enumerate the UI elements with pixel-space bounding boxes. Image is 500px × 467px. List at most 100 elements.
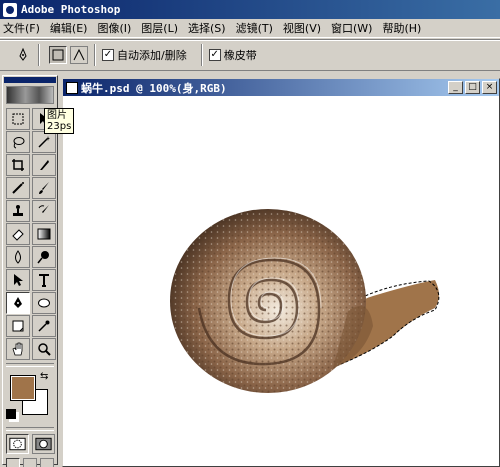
document-icon xyxy=(66,81,78,94)
clone-stamp-icon xyxy=(13,205,23,216)
tooltip-line-1: 图片 xyxy=(47,110,67,121)
app-title: Adobe Photoshop xyxy=(21,3,121,16)
standard-screen-button[interactable] xyxy=(6,458,20,467)
tooltip: 图片 23ps xyxy=(44,108,75,134)
screen-mode-row xyxy=(3,456,57,467)
pen-preset-icon xyxy=(19,47,27,61)
options-separator xyxy=(38,44,40,66)
app-titlebar: Adobe Photoshop xyxy=(0,0,500,19)
menu-select[interactable]: 选择(S) xyxy=(188,20,226,36)
menu-filter[interactable]: 滤镜(T) xyxy=(236,20,273,36)
standard-mode-button[interactable] xyxy=(6,434,29,454)
menu-help[interactable]: 帮助(H) xyxy=(382,20,421,36)
blur-icon xyxy=(15,250,21,264)
pen-preset-button[interactable] xyxy=(14,46,32,64)
menu-file[interactable]: 文件(F) xyxy=(3,20,40,36)
dodge-icon xyxy=(37,251,49,264)
zoom-icon xyxy=(38,343,51,356)
paintbrush-tool[interactable] xyxy=(32,177,56,199)
ellipse-tool[interactable] xyxy=(32,292,56,314)
rubber-band-checkbox[interactable]: ✓ xyxy=(208,49,221,61)
airbrush-icon xyxy=(12,182,24,194)
notes-icon xyxy=(12,320,24,332)
hand-icon xyxy=(12,342,23,356)
eyedropper-icon xyxy=(38,320,50,332)
hand-tool[interactable] xyxy=(6,338,30,360)
history-brush-tool[interactable] xyxy=(32,200,56,222)
document-titlebar[interactable]: 蜗牛.psd @ 100%(身,RGB) _ □ × xyxy=(63,79,499,96)
blur-tool[interactable] xyxy=(6,246,30,268)
eyedropper-tool[interactable] xyxy=(32,315,56,337)
ellipse-icon xyxy=(38,298,50,308)
options-separator xyxy=(200,44,203,66)
eraser-tool[interactable] xyxy=(6,223,30,245)
gradient-icon xyxy=(37,228,51,240)
slice-tool[interactable] xyxy=(32,154,56,176)
notes-tool[interactable] xyxy=(6,315,30,337)
quick-mask-icon xyxy=(35,437,52,451)
options-separator xyxy=(94,44,96,66)
quick-mask-button[interactable] xyxy=(32,434,55,454)
toolbox-header[interactable] xyxy=(4,77,56,83)
slice-icon xyxy=(40,160,49,170)
shape-layers-button[interactable] xyxy=(49,46,67,64)
rubber-band-label: 橡皮带 xyxy=(223,49,257,62)
pen-icon xyxy=(14,297,22,308)
crop-icon xyxy=(12,159,24,171)
menu-bar: 文件(F) 编辑(E) 图像(I) 图层(L) 选择(S) 滤镜(T) 视图(V… xyxy=(0,19,500,38)
magic-wand-icon xyxy=(38,136,50,148)
pen-tool[interactable] xyxy=(6,292,30,314)
snail-artwork xyxy=(170,209,440,393)
full-screen-button[interactable] xyxy=(40,458,54,467)
maximize-button[interactable]: □ xyxy=(465,81,480,94)
auto-add-delete-checkbox[interactable]: ✓ xyxy=(102,49,114,61)
zoom-tool[interactable] xyxy=(32,338,56,360)
paths-button[interactable] xyxy=(70,46,88,64)
clone-stamp-tool[interactable] xyxy=(6,200,30,222)
paths-icon xyxy=(73,48,85,61)
toolbox-separator xyxy=(6,363,54,367)
lasso-icon xyxy=(13,137,25,149)
full-screen-menu-button[interactable] xyxy=(23,458,37,467)
airbrush-tool[interactable] xyxy=(6,177,30,199)
foreground-color-swatch[interactable] xyxy=(10,375,36,401)
marquee-icon xyxy=(12,113,24,125)
history-brush-icon xyxy=(38,205,49,213)
toolbox-logo[interactable] xyxy=(6,86,54,104)
window-buttons: _ □ × xyxy=(448,81,497,94)
close-button[interactable]: × xyxy=(482,81,497,94)
paintbrush-icon xyxy=(39,182,49,194)
shape-layer-icon xyxy=(52,49,64,61)
path-select-tool[interactable] xyxy=(6,269,30,291)
path-select-icon xyxy=(14,274,23,286)
type-icon xyxy=(39,274,49,287)
standard-mode-icon xyxy=(9,437,26,451)
magic-wand-tool[interactable] xyxy=(32,131,56,153)
minimize-button[interactable]: _ xyxy=(448,81,463,94)
eraser-icon xyxy=(12,229,24,241)
menu-edit[interactable]: 编辑(E) xyxy=(50,20,88,36)
menu-view[interactable]: 视图(V) xyxy=(283,20,321,36)
lasso-tool[interactable] xyxy=(6,131,30,153)
mask-mode-row xyxy=(3,432,57,456)
marquee-tool[interactable] xyxy=(6,108,30,130)
document-window: 蜗牛.psd @ 100%(身,RGB) _ □ × xyxy=(62,78,500,467)
dodge-tool[interactable] xyxy=(32,246,56,268)
toolbox-separator xyxy=(6,427,54,431)
menu-window[interactable]: 窗口(W) xyxy=(331,20,372,36)
color-swatches: ⇆ xyxy=(6,371,54,423)
menu-layer[interactable]: 图层(L) xyxy=(141,20,178,36)
auto-add-delete-label: 自动添加/删除 xyxy=(117,49,187,62)
tooltip-line-2: 23ps xyxy=(47,121,72,132)
tool-grid xyxy=(3,106,57,362)
document-title: 蜗牛.psd @ 100%(身,RGB) xyxy=(81,81,227,95)
type-tool[interactable] xyxy=(32,269,56,291)
document-canvas[interactable] xyxy=(63,96,499,466)
swap-colors-icon[interactable]: ⇆ xyxy=(40,371,48,382)
crop-tool[interactable] xyxy=(6,154,30,176)
options-bar: ✓ 自动添加/删除 ✓ 橡皮带 xyxy=(0,39,500,71)
default-colors-icon[interactable] xyxy=(6,409,16,419)
gradient-tool[interactable] xyxy=(32,223,56,245)
menu-image[interactable]: 图像(I) xyxy=(97,20,131,36)
photoshop-app-icon xyxy=(3,2,17,17)
